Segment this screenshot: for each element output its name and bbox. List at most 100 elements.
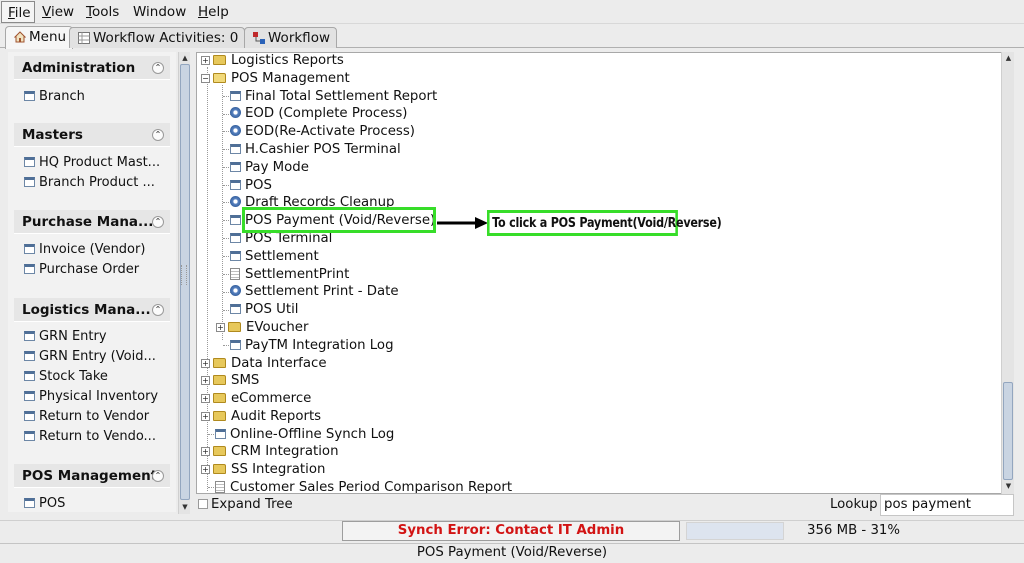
section-purchase[interactable]: Purchase Mana... ⌃ xyxy=(14,210,170,234)
menu-bar: File View Tools Window Help xyxy=(0,0,1024,24)
expand-icon[interactable]: + xyxy=(201,412,210,421)
memory-usage[interactable]: 356 MB - 31% xyxy=(807,523,900,538)
sidebar-item-purchase-order[interactable]: Purchase Order xyxy=(24,262,139,277)
window-icon xyxy=(230,162,241,172)
window-icon xyxy=(24,431,35,441)
sidebar-item-grn-entry[interactable]: GRN Entry xyxy=(24,329,107,344)
sidebar-item-return-to-vendor[interactable]: Return to Vendor xyxy=(24,409,149,424)
process-gear-icon xyxy=(230,125,241,136)
collapse-icon[interactable]: − xyxy=(201,74,210,83)
synch-error-button[interactable]: Synch Error: Contact IT Admin xyxy=(342,521,680,541)
tab-menu[interactable]: Menu xyxy=(5,26,74,49)
sidebar-item-branch-product[interactable]: Branch Product ... xyxy=(24,175,155,190)
tree-node-evoucher[interactable]: + EVoucher xyxy=(216,320,308,335)
menu-file[interactable]: File xyxy=(1,1,35,23)
sidebar-item-stock-take[interactable]: Stock Take xyxy=(24,369,108,384)
window-icon xyxy=(230,304,241,314)
tree-node-pay-mode[interactable]: Pay Mode xyxy=(230,160,309,175)
expand-icon[interactable]: + xyxy=(201,376,210,385)
expand-icon[interactable]: + xyxy=(216,323,225,332)
folder-icon xyxy=(213,393,226,403)
tree-node-settlement-print-date[interactable]: Settlement Print - Date xyxy=(230,284,399,299)
window-icon xyxy=(24,351,35,361)
expand-icon[interactable]: + xyxy=(201,56,210,65)
tree-node-data-interface[interactable]: + Data Interface xyxy=(201,356,327,371)
collapse-icon[interactable]: ⌃ xyxy=(152,129,164,141)
tree-node-pos-management[interactable]: − POS Management xyxy=(201,71,350,86)
tree-node-logistics-reports[interactable]: + Logistics Reports xyxy=(201,53,344,68)
tree-node-pos-terminal[interactable]: POS Terminal xyxy=(230,231,332,246)
section-pos-management[interactable]: POS Management ⌃ xyxy=(14,464,170,488)
sidebar-item-branch[interactable]: Branch xyxy=(24,89,85,104)
sidebar-item-physical-inventory[interactable]: Physical Inventory xyxy=(24,389,158,404)
scroll-thumb[interactable] xyxy=(1003,382,1013,480)
tab-workflow-activities[interactable]: Workflow Activities: 0 xyxy=(69,27,246,48)
scroll-up-icon[interactable]: ▲ xyxy=(1003,53,1014,64)
sidebar-item-return-to-vendor-2[interactable]: Return to Vendo... xyxy=(24,429,156,444)
collapse-icon[interactable]: ⌃ xyxy=(152,304,164,316)
sidebar-item-invoice-vendor[interactable]: Invoice (Vendor) xyxy=(24,242,145,257)
scroll-down-icon[interactable]: ▼ xyxy=(1003,481,1014,492)
section-masters[interactable]: Masters ⌃ xyxy=(14,123,170,147)
menu-view[interactable]: View xyxy=(42,4,74,20)
tree-node-customer-sales-period[interactable]: Customer Sales Period Comparison Report xyxy=(215,480,512,493)
tab-workflow[interactable]: Workflow xyxy=(244,27,337,48)
window-icon xyxy=(230,144,241,154)
window-icon xyxy=(24,371,35,381)
sidebar-item-grn-entry-void[interactable]: GRN Entry (Void... xyxy=(24,349,156,364)
menu-tree: + Logistics Reports − POS Management Final… xyxy=(196,52,1014,494)
tree-node-hcashier-pos-terminal[interactable]: H.Cashier POS Terminal xyxy=(230,142,401,157)
folder-icon xyxy=(213,446,226,456)
sidebar-item-pos[interactable]: POS xyxy=(24,496,65,511)
section-administration[interactable]: Administration ⌃ xyxy=(14,56,170,80)
lookup-label: Lookup xyxy=(830,497,878,512)
window-icon xyxy=(24,91,35,101)
expand-icon[interactable]: + xyxy=(201,359,210,368)
tree-node-ecommerce[interactable]: + eCommerce xyxy=(201,391,311,406)
menu-window[interactable]: Window xyxy=(133,4,186,20)
tree-node-eod-complete[interactable]: EOD (Complete Process) xyxy=(230,106,407,121)
section-logistics[interactable]: Logistics Mana... ⌃ xyxy=(14,298,170,322)
sidebar: Administration ⌃ Branch Masters ⌃ HQ Produ… xyxy=(8,52,176,512)
menu-help[interactable]: Help xyxy=(198,4,229,20)
collapse-icon[interactable]: ⌃ xyxy=(152,216,164,228)
tree-node-sms[interactable]: + SMS xyxy=(201,373,259,388)
window-icon xyxy=(24,244,35,254)
tree-node-audit-reports[interactable]: + Audit Reports xyxy=(201,409,321,424)
scroll-up-icon[interactable]: ▲ xyxy=(180,53,190,63)
tree-node-online-offline-synch-log[interactable]: Online-Offline Synch Log xyxy=(215,427,394,442)
tree-node-eod-reactivate[interactable]: EOD(Re-Activate Process) xyxy=(230,124,415,139)
collapse-icon[interactable]: ⌃ xyxy=(152,62,164,74)
split-grip[interactable] xyxy=(181,265,187,285)
window-icon xyxy=(215,429,226,439)
window-icon xyxy=(24,411,35,421)
footer-status: POS Payment (Void/Reverse) xyxy=(0,543,1024,563)
expand-icon[interactable]: + xyxy=(201,465,210,474)
collapse-icon[interactable]: ⌃ xyxy=(152,470,164,482)
folder-open-icon xyxy=(213,73,226,83)
tree-node-settlementprint[interactable]: SettlementPrint xyxy=(230,267,349,282)
tree-node-settlement[interactable]: Settlement xyxy=(230,249,319,264)
window-icon xyxy=(230,215,241,225)
tree-node-paytm-integration-log[interactable]: PayTM Integration Log xyxy=(230,338,394,353)
lookup-input[interactable]: pos payment xyxy=(880,494,1014,516)
scroll-down-icon[interactable]: ▼ xyxy=(180,502,190,512)
tree-scrollbar[interactable]: ▲ ▼ xyxy=(1001,52,1014,494)
tree-node-ss-integration[interactable]: + SS Integration xyxy=(201,462,325,477)
sidebar-item-hq-product[interactable]: HQ Product Mast... xyxy=(24,155,160,170)
expand-icon[interactable]: + xyxy=(201,447,210,456)
tree-node-final-total-settlement[interactable]: Final Total Settlement Report xyxy=(230,89,437,104)
expand-icon[interactable]: + xyxy=(201,394,210,403)
window-icon xyxy=(230,340,241,350)
menu-tools[interactable]: Tools xyxy=(86,4,119,20)
process-gear-icon xyxy=(230,196,241,207)
expand-tree-checkbox[interactable]: Expand Tree xyxy=(198,497,293,512)
folder-icon xyxy=(213,55,226,65)
tree-node-crm-integration[interactable]: + CRM Integration xyxy=(201,444,339,459)
tree-node-pos-util[interactable]: POS Util xyxy=(230,302,299,317)
checkbox-icon[interactable] xyxy=(198,499,208,509)
tree-node-pos[interactable]: POS xyxy=(230,178,272,193)
window-icon xyxy=(230,251,241,261)
highlight-box xyxy=(242,207,436,233)
tab-bar: Menu Workflow Activities: 0 Workflow xyxy=(0,26,1024,49)
